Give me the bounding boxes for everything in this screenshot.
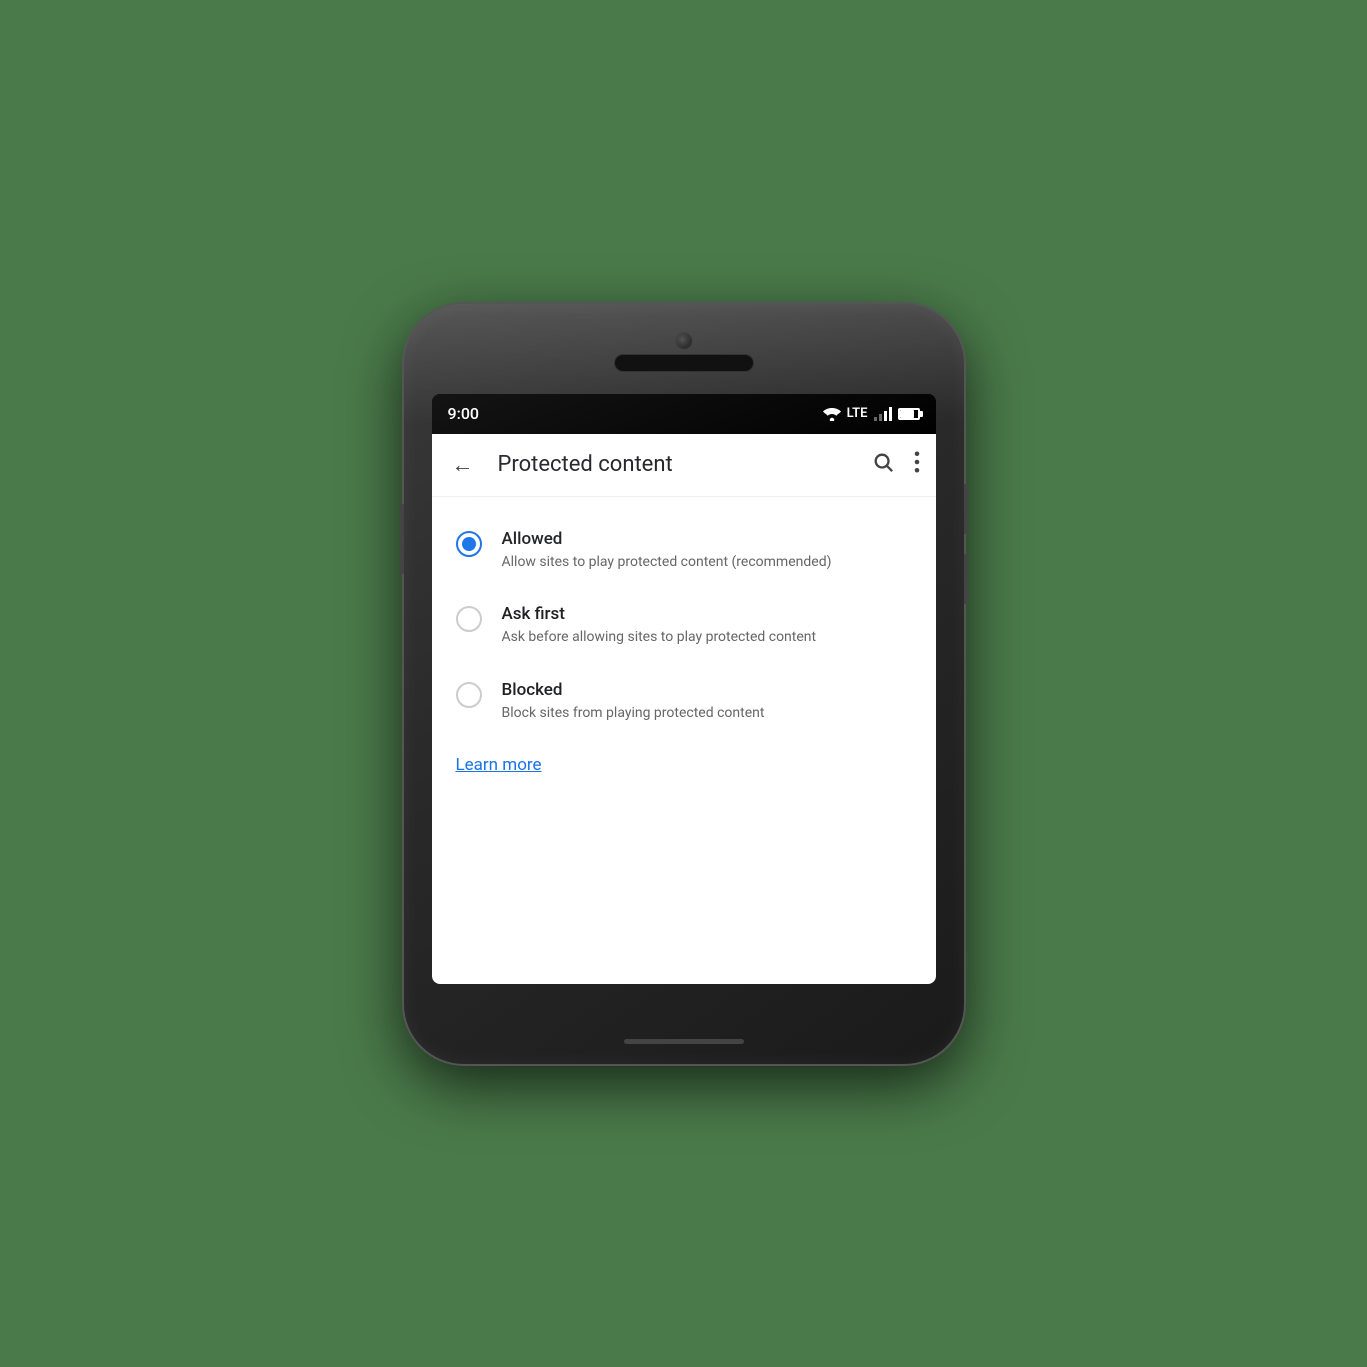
options-list: Allowed Allow sites to play protected co… [432,497,936,808]
search-icon [872,451,894,473]
signal-icon [874,407,892,421]
radio-outer-blocked [456,682,482,708]
radio-ask-first [456,606,482,632]
more-vertical-icon [914,451,920,473]
more-options-button[interactable] [914,451,920,479]
home-indicator [624,1039,744,1044]
volume-down-button [964,554,968,604]
option-allowed[interactable]: Allowed Allow sites to play protected co… [432,513,936,589]
battery-icon [898,408,920,420]
front-camera-icon [675,332,693,350]
search-button[interactable] [872,451,894,478]
top-actions [872,451,920,479]
page-title: Protected content [498,452,872,477]
radio-allowed [456,531,482,557]
volume-up-button [400,504,404,574]
radio-outer-ask-first [456,606,482,632]
option-blocked[interactable]: Blocked Block sites from playing protect… [432,664,936,740]
back-arrow-icon: ← [452,453,474,478]
learn-more-link[interactable]: Learn more [432,739,936,791]
phone-frame: 9:00 LTE [404,304,964,1064]
option-label-blocked: Blocked [502,680,912,700]
phone-screen: 9:00 LTE [432,394,936,984]
option-desc-allowed: Allow sites to play protected content (r… [502,553,912,573]
option-label-allowed: Allowed [502,529,912,549]
speaker-grille [614,354,754,372]
option-label-ask-first: Ask first [502,604,912,624]
battery-fill [900,410,914,418]
app-content: ← Protected content [432,434,936,984]
option-desc-blocked: Block sites from playing protected conte… [502,704,912,724]
option-ask-first[interactable]: Ask first Ask before allowing sites to p… [432,588,936,664]
radio-inner-allowed [462,537,476,551]
back-button[interactable]: ← [448,448,478,482]
option-text-allowed: Allowed Allow sites to play protected co… [502,529,912,573]
option-text-ask-first: Ask first Ask before allowing sites to p… [502,604,912,648]
camera-area [675,332,693,350]
option-desc-ask-first: Ask before allowing sites to play protec… [502,628,912,648]
radio-outer-allowed [456,531,482,557]
option-text-blocked: Blocked Block sites from playing protect… [502,680,912,724]
status-icons: LTE [823,406,920,421]
status-time: 9:00 [448,404,480,423]
lte-indicator: LTE [847,406,868,421]
status-bar: 9:00 LTE [432,394,936,434]
wifi-icon [823,407,841,421]
radio-blocked [456,682,482,708]
power-button [964,484,968,534]
top-bar: ← Protected content [432,434,936,497]
